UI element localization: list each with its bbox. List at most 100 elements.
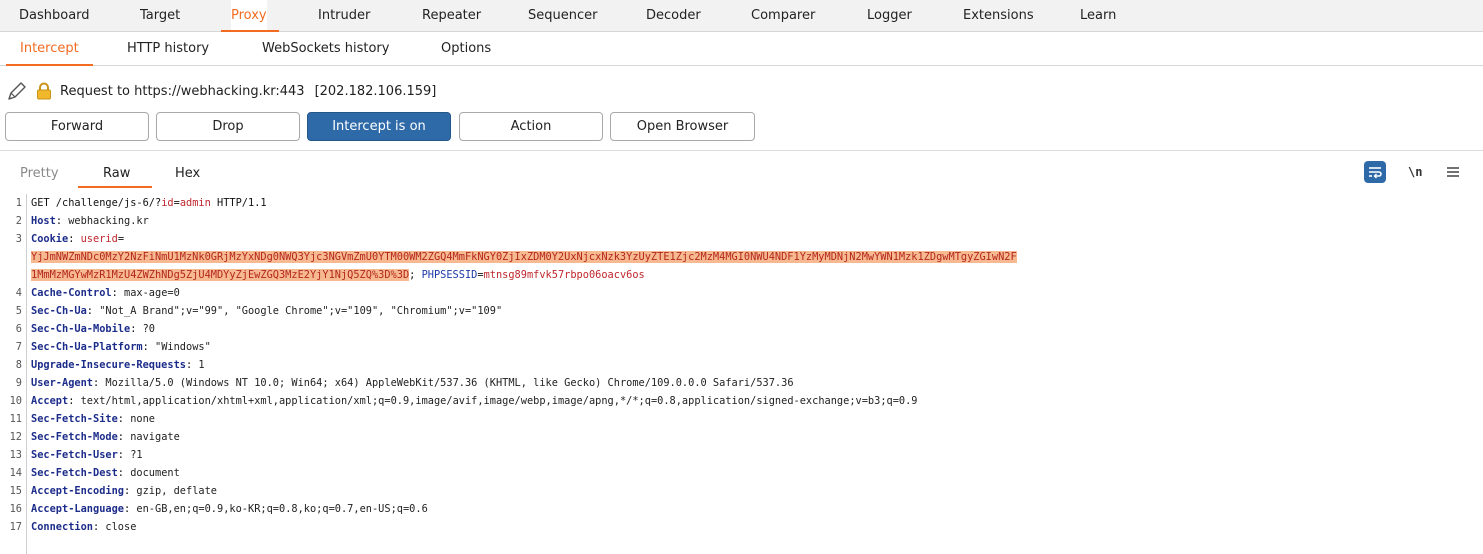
header-name: Accept-Language (31, 503, 124, 515)
tab-dashboard[interactable]: Dashboard (19, 0, 90, 31)
tab-sequencer[interactable]: Sequencer (528, 0, 597, 31)
word-wrap-glyph (1369, 167, 1382, 179)
tab-pretty[interactable]: Pretty (20, 162, 59, 186)
header-name: Host (31, 215, 56, 227)
tab-intruder[interactable]: Intruder (318, 0, 370, 31)
menu-glyph (1447, 167, 1459, 177)
tab-learn[interactable]: Learn (1080, 0, 1116, 31)
header-line: Accept: text/html,application/xhtml+xml,… (31, 395, 918, 407)
header-cookie: Cookie: userid= (31, 233, 125, 245)
header-value: "Not_A Brand";v="99", "Google Chrome";v=… (99, 305, 503, 317)
header-name: Sec-Ch-Ua-Platform (31, 341, 143, 353)
newline-toggle-icon[interactable]: \n (1408, 161, 1422, 183)
header-value: document (130, 467, 180, 479)
line-number: 9 (15, 377, 22, 389)
line-number: 5 (15, 305, 22, 317)
line-number: 8 (15, 359, 22, 371)
header-line: Sec-Fetch-Mode: navigate (31, 431, 180, 443)
cookie-sess-name: PHPSESSID (421, 269, 478, 281)
header-line: Sec-Ch-Ua: "Not_A Brand";v="99", "Google… (31, 305, 503, 317)
header-value: ?1 (130, 449, 143, 461)
header-line: Sec-Fetch-Site: none (31, 413, 156, 425)
header-line: Sec-Ch-Ua-Mobile: ?0 (31, 323, 156, 335)
line-number: 10 (9, 395, 22, 407)
request-path: /challenge/js-6/? (49, 197, 162, 209)
action-button[interactable]: Action (459, 112, 603, 141)
header-name: Accept-Encoding (31, 485, 124, 497)
header-name: Cookie (31, 233, 69, 245)
proxy-sub-tab-bar: Intercept HTTP history WebSockets histor… (0, 32, 1483, 66)
menu-icon[interactable] (1442, 161, 1464, 183)
line-number: 16 (9, 503, 22, 515)
line-number: 1 (15, 197, 22, 209)
line-number: 6 (15, 323, 22, 335)
header-line: Accept-Encoding: gzip, deflate (31, 485, 217, 497)
tab-raw[interactable]: Raw (77, 162, 154, 188)
tab-extensions[interactable]: Extensions (963, 0, 1034, 31)
header-line: User-Agent: Mozilla/5.0 (Windows NT 10.0… (31, 377, 794, 389)
tab-proxy[interactable]: Proxy (221, 0, 279, 32)
header-value: webhacking.kr (68, 215, 149, 227)
http-method: GET (31, 197, 50, 209)
line-number: 4 (15, 287, 22, 299)
header-line: Connection: close (31, 521, 137, 533)
header-value: Mozilla/5.0 (Windows NT 10.0; Win64; x64… (105, 377, 794, 389)
pencil-icon[interactable] (6, 80, 28, 102)
line-number: 3 (15, 233, 22, 245)
header-value: max-age=0 (124, 287, 180, 299)
tab-decoder[interactable]: Decoder (646, 0, 701, 31)
header-host: Host: webhacking.kr (31, 215, 149, 227)
cookie-userid-name: userid (80, 233, 118, 245)
cookie-userid-value: YjJmNWZmNDc0MzY2NzFiNmU1MzNk0GRjMzYxNDg0… (31, 251, 1017, 263)
tab-comparer[interactable]: Comparer (751, 0, 815, 31)
header-name: User-Agent (31, 377, 93, 389)
tab-http-history[interactable]: HTTP history (127, 32, 209, 65)
header-line: Accept-Language: en-GB,en;q=0.9,ko-KR;q=… (31, 503, 428, 515)
query-param-name: id (161, 197, 174, 209)
line-number: 12 (9, 431, 22, 443)
request-line: GET /challenge/js-6/?id=admin HTTP/1.1 (31, 194, 267, 212)
http-protocol: HTTP/1.1 (210, 197, 267, 209)
request-target-label: Request to https://webhacking.kr:443 (60, 83, 305, 99)
header-value: 1 (198, 359, 205, 371)
header-line: Sec-Fetch-User: ?1 (31, 449, 143, 461)
tab-websockets-history[interactable]: WebSockets history (262, 32, 389, 65)
tab-intercept[interactable]: Intercept (6, 32, 93, 66)
header-name: Sec-Fetch-Dest (31, 467, 118, 479)
tab-hex[interactable]: Hex (175, 162, 200, 186)
line-number: 15 (9, 485, 22, 497)
header-name: Sec-Ch-Ua-Mobile (31, 323, 131, 335)
main-tab-bar: Dashboard Target Proxy Intruder Repeater… (0, 0, 1483, 32)
line-number: 2 (15, 215, 22, 227)
header-value: navigate (130, 431, 180, 443)
intercept-toggle-button[interactable]: Intercept is on (307, 112, 451, 141)
cookie-sess-value: mtnsg89mfvk57rbpo06oacv6os (483, 269, 645, 281)
line-number: 13 (9, 449, 22, 461)
header-line: Sec-Fetch-Dest: document (31, 467, 180, 479)
open-browser-button[interactable]: Open Browser (610, 112, 755, 141)
header-name: Sec-Fetch-User (31, 449, 118, 461)
header-line: Sec-Ch-Ua-Platform: "Windows" (31, 341, 211, 353)
word-wrap-icon[interactable] (1364, 161, 1386, 183)
header-value: en-GB,en;q=0.9,ko-KR;q=0.8,ko;q=0.7,en-U… (136, 503, 428, 515)
tab-logger[interactable]: Logger (867, 0, 912, 31)
line-number: 17 (9, 521, 22, 533)
line-number: 11 (9, 413, 22, 425)
header-name: Accept (31, 395, 69, 407)
header-value: gzip, deflate (136, 485, 217, 497)
divider (0, 150, 1483, 151)
tab-options[interactable]: Options (441, 32, 491, 65)
tab-target[interactable]: Target (140, 0, 180, 31)
drop-button[interactable]: Drop (156, 112, 300, 141)
header-line: Cache-Control: max-age=0 (31, 287, 180, 299)
request-ip: [202.182.106.159] (314, 83, 437, 99)
tab-repeater[interactable]: Repeater (422, 0, 481, 31)
header-name: Sec-Ch-Ua (31, 305, 87, 317)
header-name: Connection (31, 521, 93, 533)
cookie-continuation: YjJmNWZmNDc0MzY2NzFiNmU1MzNk0GRjMzYxNDg0… (31, 248, 1017, 266)
header-value: "Windows" (155, 341, 211, 353)
query-param-value: admin (179, 197, 211, 209)
header-name: Upgrade-Insecure-Requests (31, 359, 186, 371)
forward-button[interactable]: Forward (5, 112, 149, 141)
header-name: Cache-Control (31, 287, 112, 299)
